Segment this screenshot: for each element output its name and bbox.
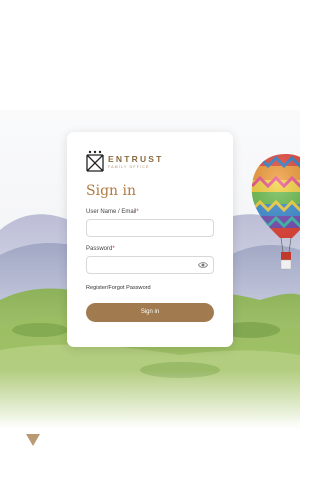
required-mark: * xyxy=(136,209,139,215)
page-title: Sign in xyxy=(86,183,136,199)
username-label-text: User Name / Email xyxy=(86,209,137,215)
brand-logo: ENTRUST FAMILY OFFICE xyxy=(86,150,214,174)
triangle-down-icon[interactable] xyxy=(26,434,40,446)
required-mark: * xyxy=(112,246,115,252)
password-input[interactable] xyxy=(86,256,214,274)
hourglass-logo-icon xyxy=(86,150,104,172)
brand-name: ENTRUST xyxy=(108,153,164,164)
username-label: User Name / Email* xyxy=(86,208,214,216)
sign-in-button[interactable]: Sign in xyxy=(86,303,214,322)
brand-tagline: FAMILY OFFICE xyxy=(108,164,150,169)
register-forgot-link[interactable]: Register/Forgot Password xyxy=(86,284,214,292)
username-input[interactable] xyxy=(86,219,214,237)
password-label-text: Password xyxy=(86,246,113,252)
login-card: ENTRUST FAMILY OFFICE Sign in User Name … xyxy=(67,132,233,347)
password-label: Password* xyxy=(86,245,214,253)
eye-icon[interactable] xyxy=(198,261,208,269)
